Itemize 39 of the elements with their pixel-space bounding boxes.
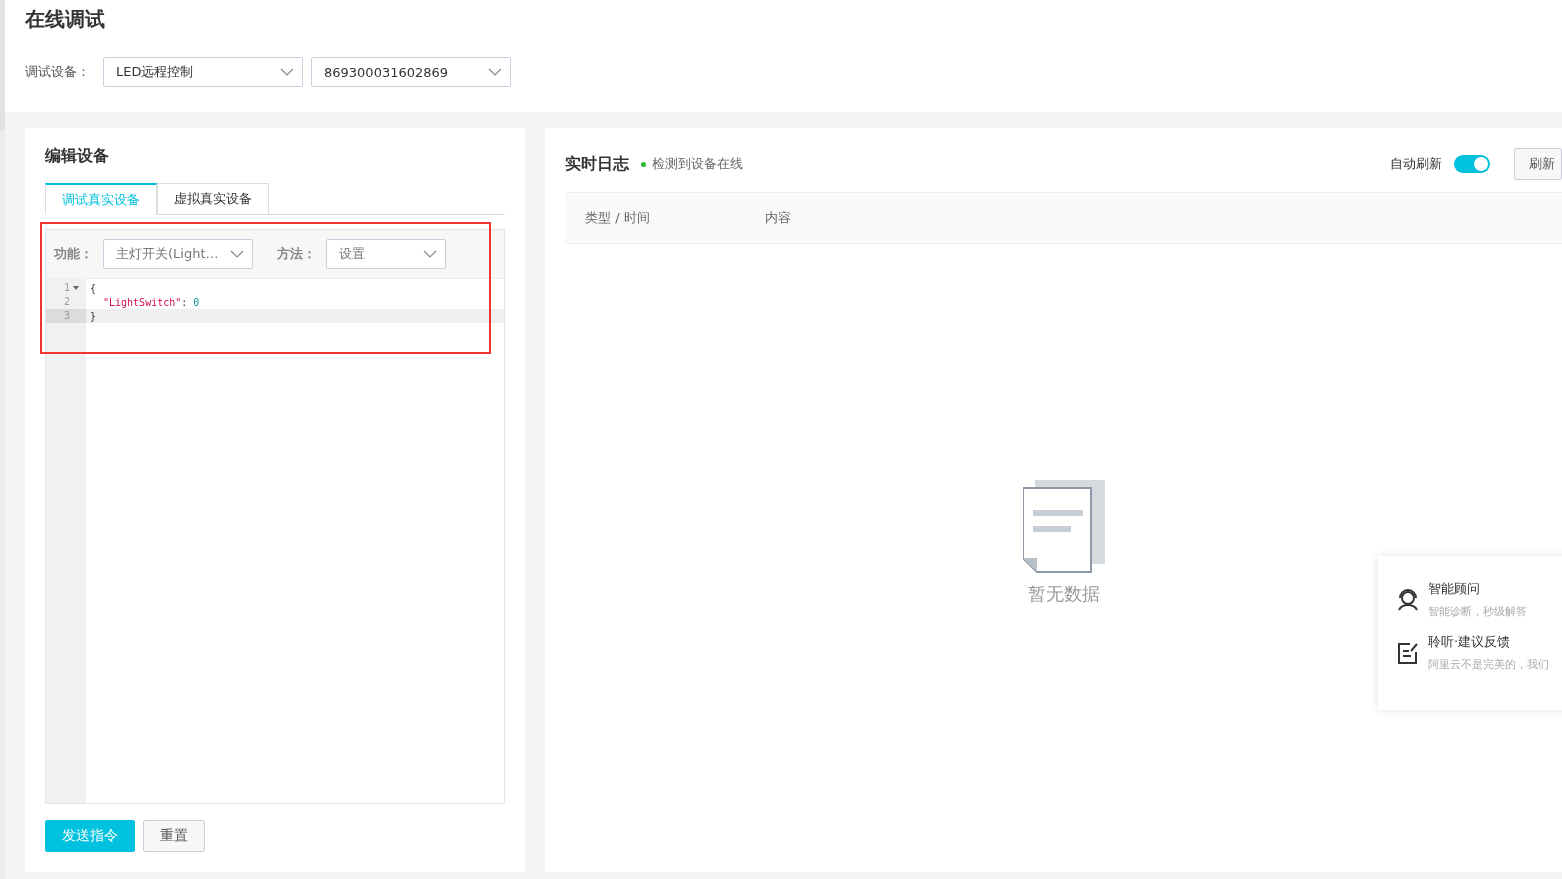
code-text: { bbox=[89, 282, 97, 294]
column-header: 类型 / 时间 bbox=[585, 209, 651, 227]
panel-title: 实时日志 bbox=[565, 153, 629, 175]
line-number: 3 bbox=[64, 309, 71, 323]
help-item-title[interactable]: 智能顾问 bbox=[1428, 580, 1527, 598]
code-text: } bbox=[89, 310, 97, 322]
line-number: 2 bbox=[64, 295, 71, 309]
status-text: 检测到设备在线 bbox=[652, 155, 743, 173]
code-editor[interactable]: 功能： 主灯开关(Light… 方法： 设置 1 { 2 "LightSwitch": 0 3 } bbox=[45, 229, 505, 804]
auto-refresh-label: 自动刷新 bbox=[1390, 155, 1442, 173]
headset-person-icon[interactable] bbox=[1396, 587, 1420, 612]
product-select[interactable]: LED远程控制 bbox=[103, 57, 303, 87]
reset-button[interactable]: 重置 bbox=[143, 820, 205, 852]
chevron-down-icon bbox=[423, 250, 437, 258]
panel-title: 编辑设备 bbox=[45, 146, 110, 167]
line-number: 1 bbox=[64, 281, 71, 295]
edit-note-icon[interactable] bbox=[1396, 640, 1420, 665]
code-text: "LightSwitch": 0 bbox=[102, 296, 200, 308]
chevron-down-icon bbox=[230, 250, 244, 258]
help-item-subtitle: 智能诊断，秒级解答 bbox=[1428, 604, 1527, 619]
auto-refresh-toggle[interactable] bbox=[1454, 155, 1490, 173]
help-item-title[interactable]: 聆听·建议反馈 bbox=[1428, 633, 1549, 651]
chevron-down-icon bbox=[488, 68, 502, 76]
method-select[interactable]: 设置 bbox=[326, 239, 446, 269]
empty-state-text: 暂无数据 bbox=[1027, 582, 1100, 606]
online-status-dot bbox=[641, 161, 646, 167]
document-icon bbox=[1022, 480, 1105, 574]
device-label: 调试设备： bbox=[25, 63, 91, 81]
help-item-subtitle: 阿里云不是完美的，我们 bbox=[1428, 657, 1549, 672]
tab[interactable]: 虚拟真实设备 bbox=[157, 183, 269, 215]
page-title: 在线调试 bbox=[25, 6, 106, 33]
refresh-button[interactable]: 刷新 bbox=[1514, 148, 1562, 180]
method-label: 方法： bbox=[277, 245, 316, 263]
chevron-down-icon bbox=[280, 68, 294, 76]
function-select[interactable]: 主灯开关(Light… bbox=[103, 239, 253, 269]
column-header: 内容 bbox=[765, 209, 791, 227]
function-label: 功能： bbox=[54, 245, 93, 263]
device-select[interactable]: 869300031602869 bbox=[311, 57, 511, 87]
fold-triangle-icon[interactable] bbox=[73, 286, 80, 290]
